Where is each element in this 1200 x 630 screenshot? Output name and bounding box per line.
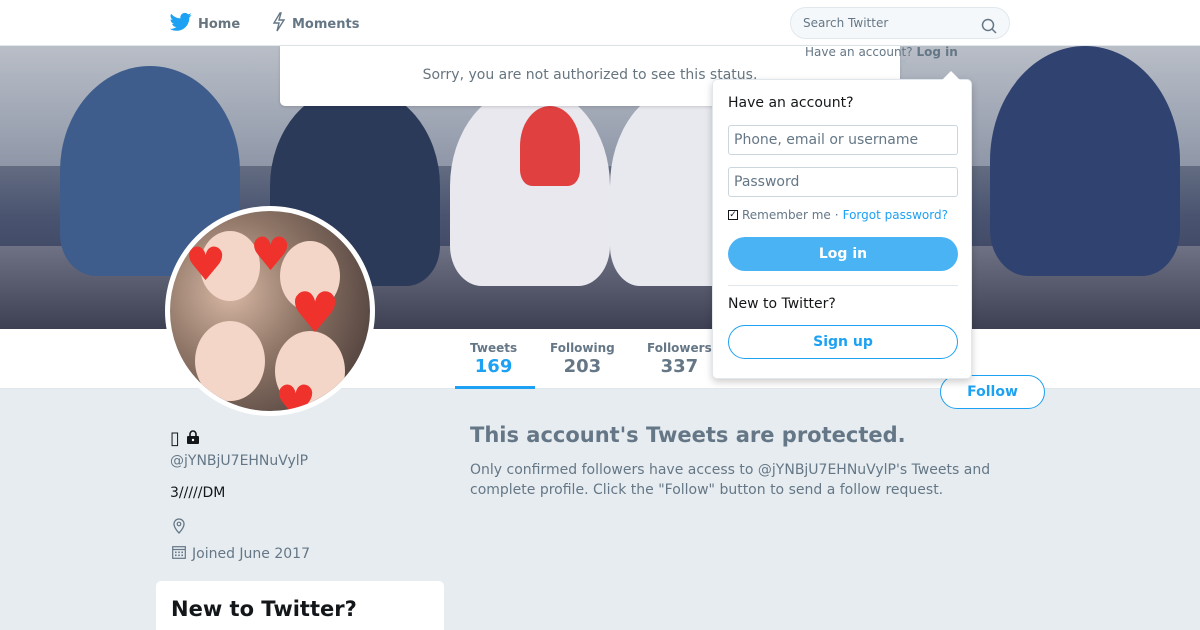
stat-following-value: 203 — [563, 356, 602, 377]
protected-description: Only confirmed followers have access to … — [470, 462, 991, 498]
dropdown-caret — [942, 71, 960, 80]
follow-button[interactable]: Follow — [940, 375, 1045, 409]
remember-row: ✓ Remember me · Forgot password? — [728, 208, 948, 222]
joined-text: Joined June 2017 — [192, 546, 310, 562]
remember-label[interactable]: Remember me — [742, 208, 831, 222]
nav-moments-label: Moments — [292, 16, 360, 32]
lock-icon — [186, 428, 200, 449]
username-placeholder: Phone, email or username — [734, 132, 919, 148]
calendar-icon — [172, 545, 186, 563]
close-icon[interactable]: × — [898, 54, 910, 70]
stat-tweets[interactable]: Tweets 169 — [470, 341, 517, 377]
profile-name: ▯ — [170, 428, 200, 449]
search-placeholder: Search Twitter — [803, 16, 889, 30]
password-placeholder: Password — [734, 174, 800, 190]
remember-checkbox[interactable]: ✓ — [728, 210, 738, 220]
have-account-text: Have an account? — [805, 45, 913, 59]
heart-icon: ♥ — [275, 375, 317, 416]
stat-followers-value: 337 — [660, 356, 699, 377]
joined-date: Joined June 2017 — [172, 545, 310, 563]
lightning-icon — [272, 12, 286, 36]
stat-following-label: Following — [550, 341, 615, 355]
separator-dot: · — [834, 208, 839, 222]
username-field[interactable]: Phone, email or username — [728, 125, 958, 155]
login-heading: Have an account? — [728, 95, 854, 111]
search-icon[interactable] — [981, 15, 997, 45]
nav-home[interactable]: Home — [169, 12, 241, 36]
forgot-password-link[interactable]: Forgot password? — [843, 208, 948, 222]
stat-following[interactable]: Following 203 — [550, 341, 615, 377]
stat-followers-label: Followers — [647, 341, 712, 355]
twitter-bird-icon — [169, 12, 192, 36]
active-tab-indicator — [455, 386, 535, 389]
signup-card-heading: New to Twitter? — [171, 597, 357, 621]
protected-title: This account's Tweets are protected. — [470, 423, 906, 447]
profile-name-text: ▯ — [170, 428, 180, 449]
heart-icon: ♥ — [250, 227, 292, 281]
nav-home-label: Home — [198, 16, 241, 32]
search-input[interactable]: Search Twitter — [790, 7, 1010, 39]
have-account-prompt: Have an account? Log in — [805, 45, 958, 59]
login-button[interactable]: Log in — [728, 237, 958, 271]
profile-bio: 3/////DM — [170, 485, 226, 501]
nav-moments[interactable]: Moments — [272, 12, 359, 36]
new-to-twitter-label: New to Twitter? — [728, 296, 836, 312]
stat-tweets-label: Tweets — [470, 341, 518, 355]
password-field[interactable]: Password — [728, 167, 958, 197]
dropdown-divider — [728, 285, 958, 286]
avatar-face — [195, 321, 265, 401]
profile-handle[interactable]: @jYNBjU7EHNuVylP — [170, 453, 308, 469]
signup-button[interactable]: Sign up — [728, 325, 958, 359]
heart-icon: ♥ — [290, 281, 341, 346]
stat-tweets-value: 169 — [474, 356, 513, 377]
login-dropdown: Have an account? Phone, email or usernam… — [712, 79, 972, 379]
stat-followers[interactable]: Followers 337 — [647, 341, 712, 377]
login-link[interactable]: Log in — [916, 45, 957, 59]
signup-card: New to Twitter? — [156, 581, 444, 630]
avatar[interactable]: ♥ ♥ ♥ ♥ — [165, 206, 375, 416]
banner-figure — [990, 46, 1180, 276]
top-navbar: Home Moments Search Twitter — [0, 0, 1200, 46]
location-icon — [172, 518, 186, 538]
banner-figure — [520, 106, 580, 186]
heart-icon: ♥ — [185, 237, 227, 291]
